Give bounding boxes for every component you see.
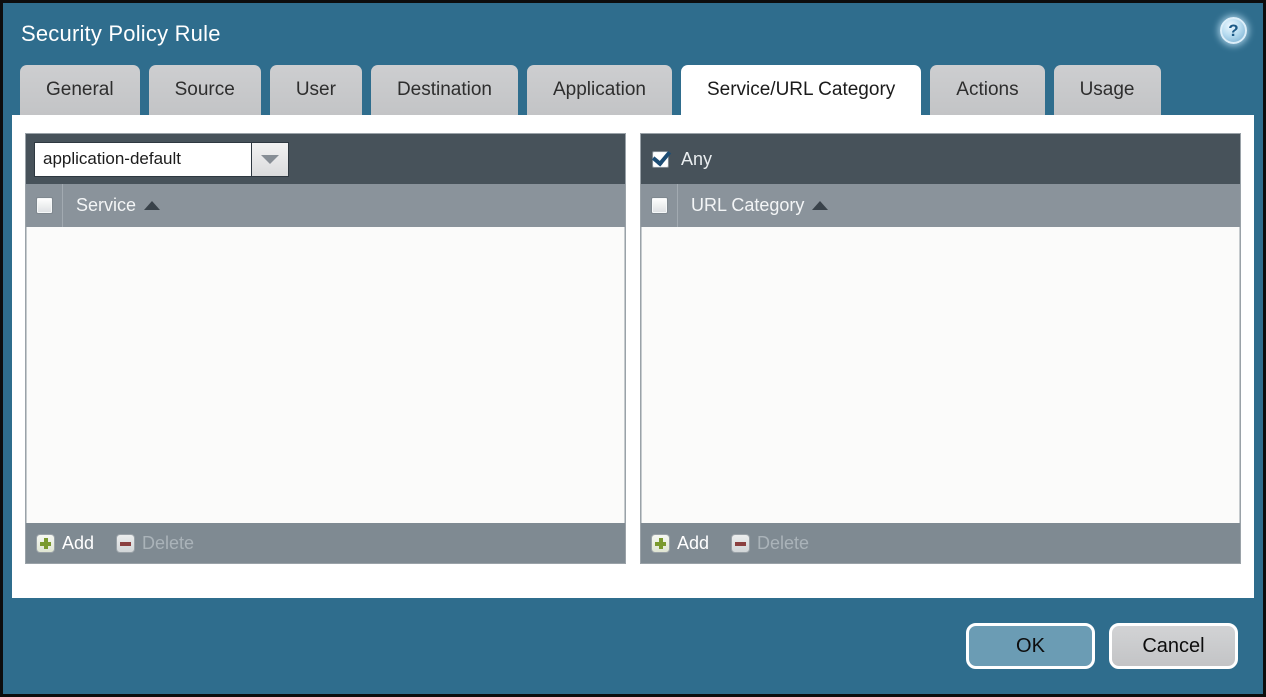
- add-url-category-label: Add: [677, 533, 709, 554]
- service-footer: Add Delete: [26, 523, 625, 563]
- add-service-label: Add: [62, 533, 94, 554]
- sort-ascending-icon: [812, 201, 828, 210]
- tab-actions[interactable]: Actions: [930, 65, 1044, 115]
- url-category-select-all-cell: [641, 184, 678, 227]
- service-column-header[interactable]: Service: [63, 184, 160, 227]
- ok-button[interactable]: OK: [966, 623, 1095, 669]
- service-toolbar: [26, 134, 625, 184]
- minus-icon: [731, 534, 750, 553]
- tab-service-url-category[interactable]: Service/URL Category: [681, 65, 921, 115]
- plus-icon: [651, 534, 670, 553]
- tab-usage[interactable]: Usage: [1054, 65, 1161, 115]
- service-column-label: Service: [76, 195, 136, 216]
- security-policy-rule-dialog: Security Policy Rule ? General Source Us…: [0, 0, 1266, 697]
- url-category-table-header: URL Category: [641, 184, 1240, 227]
- delete-url-category-label: Delete: [757, 533, 809, 554]
- url-category-toolbar: Any: [641, 134, 1240, 184]
- chevron-down-icon: [261, 155, 279, 164]
- dialog-titlebar: Security Policy Rule ?: [3, 3, 1263, 65]
- service-type-input[interactable]: [34, 142, 252, 177]
- url-category-panel: Any URL Category Add: [640, 133, 1241, 564]
- tab-destination[interactable]: Destination: [371, 65, 518, 115]
- tab-bar: General Source User Destination Applicat…: [3, 65, 1263, 115]
- service-panel: Service Add Delete: [25, 133, 626, 564]
- any-label: Any: [681, 149, 712, 170]
- plus-icon: [36, 534, 55, 553]
- cancel-button[interactable]: Cancel: [1109, 623, 1238, 669]
- url-category-column-label: URL Category: [691, 195, 804, 216]
- url-category-footer: Add Delete: [641, 523, 1240, 563]
- url-category-list[interactable]: [641, 227, 1240, 523]
- any-checkbox[interactable]: [652, 151, 669, 168]
- delete-url-category-button[interactable]: Delete: [731, 533, 809, 554]
- add-service-button[interactable]: Add: [36, 533, 94, 554]
- tab-application[interactable]: Application: [527, 65, 672, 115]
- service-select-all-cell: [26, 184, 63, 227]
- minus-icon: [116, 534, 135, 553]
- tab-source[interactable]: Source: [149, 65, 261, 115]
- service-type-dropdown-button[interactable]: [252, 142, 289, 177]
- any-row: Any: [649, 149, 712, 170]
- tab-user[interactable]: User: [270, 65, 362, 115]
- delete-service-button[interactable]: Delete: [116, 533, 194, 554]
- tab-general[interactable]: General: [20, 65, 140, 115]
- help-icon[interactable]: ?: [1220, 17, 1247, 44]
- service-table-header: Service: [26, 184, 625, 227]
- url-category-column-header[interactable]: URL Category: [678, 184, 828, 227]
- delete-service-label: Delete: [142, 533, 194, 554]
- dialog-button-row: OK Cancel: [3, 598, 1263, 694]
- service-list[interactable]: [26, 227, 625, 523]
- add-url-category-button[interactable]: Add: [651, 533, 709, 554]
- dialog-title: Security Policy Rule: [21, 21, 221, 47]
- tab-content-area: Service Add Delete An: [12, 115, 1254, 598]
- sort-ascending-icon: [144, 201, 160, 210]
- service-type-combo: [34, 142, 289, 177]
- url-category-select-all-checkbox[interactable]: [651, 197, 668, 214]
- service-select-all-checkbox[interactable]: [36, 197, 53, 214]
